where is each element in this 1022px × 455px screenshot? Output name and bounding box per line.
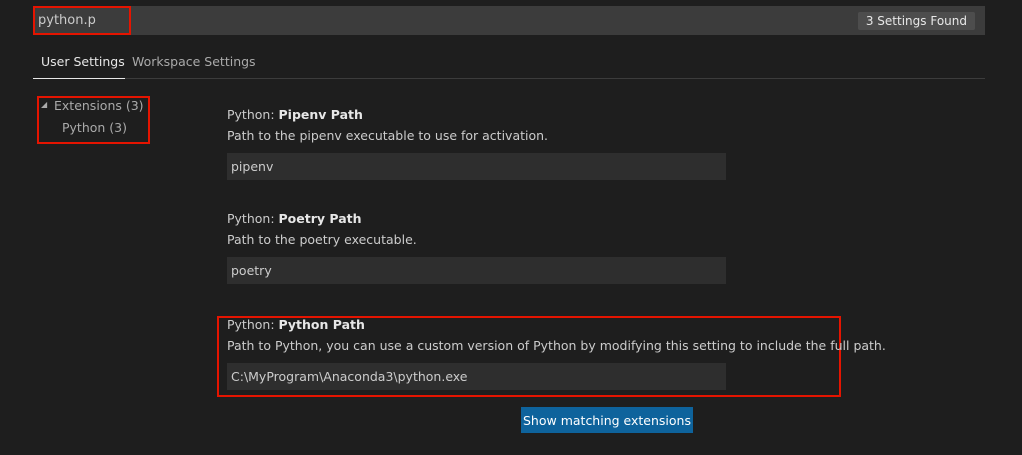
results-count-badge: 3 Settings Found — [857, 12, 975, 30]
poetry-path-input[interactable] — [227, 257, 726, 284]
setting-poetry-path: Python: Poetry Path Path to the poetry e… — [227, 211, 726, 284]
setting-description: Path to the poetry executable. — [227, 232, 417, 247]
setting-title: Python: Poetry Path — [227, 211, 362, 226]
settings-toc: ◢ Extensions (3) Python (3) — [37, 96, 150, 144]
setting-pipenv-path: Python: Pipenv Path Path to the pipenv e… — [227, 107, 726, 180]
setting-title: Python: Pipenv Path — [227, 107, 363, 122]
collapse-triangle-icon[interactable]: ◢ — [41, 100, 47, 109]
setting-python-path: Python: Python Path Path to Python, you … — [227, 317, 886, 390]
setting-title: Python: Python Path — [227, 317, 365, 332]
show-matching-extensions-button[interactable]: Show matching extensions — [521, 407, 693, 433]
setting-description: Path to the pipenv executable to use for… — [227, 128, 549, 143]
tab-workspace-settings[interactable]: Workspace Settings — [132, 54, 256, 69]
toc-python[interactable]: Python (3) — [62, 120, 127, 135]
python-path-input[interactable] — [227, 363, 726, 390]
pipenv-path-input[interactable] — [227, 153, 726, 180]
toc-extensions[interactable]: Extensions (3) — [54, 98, 144, 113]
search-bar: 3 Settings Found — [33, 6, 985, 35]
tab-user-settings[interactable]: User Settings — [33, 54, 125, 79]
search-input[interactable] — [33, 6, 131, 35]
setting-description: Path to Python, you can use a custom ver… — [227, 338, 886, 353]
settings-tabs: User Settings Workspace Settings — [33, 50, 985, 79]
